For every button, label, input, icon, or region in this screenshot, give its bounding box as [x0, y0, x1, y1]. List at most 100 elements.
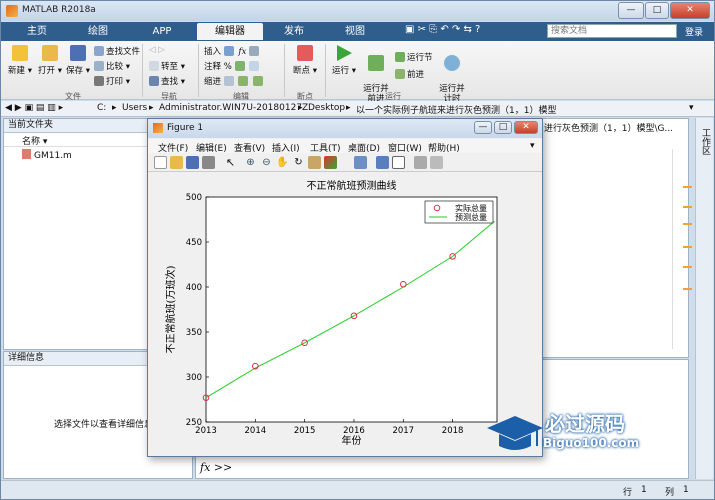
figure-maximize-button[interactable]: □: [494, 121, 512, 134]
print-button[interactable]: 打印 ▾: [94, 75, 130, 87]
menu-dock-icon[interactable]: ▾: [530, 141, 535, 151]
find-button[interactable]: 查找 ▾: [149, 75, 185, 87]
breakpoints-label: 断点: [293, 66, 311, 76]
breakpoints-button[interactable]: 断点 ▾: [291, 45, 319, 76]
zoom-out-icon[interactable]: ⊖: [260, 156, 273, 169]
find-files-button[interactable]: 查找文件: [94, 45, 140, 57]
breadcrumb-desktop[interactable]: Desktop: [308, 103, 345, 113]
legend-icon[interactable]: [392, 156, 405, 169]
print-label: 打印: [106, 77, 124, 87]
new-label: 新建: [8, 66, 26, 76]
new-button[interactable]: 新建 ▾: [7, 45, 33, 76]
x-tick-label: 2015: [294, 426, 316, 436]
advance-button[interactable]: 前进: [395, 68, 424, 80]
hide-plot-tools-icon[interactable]: [414, 156, 427, 169]
navigate-back-forward[interactable]: ◁ ▷: [149, 45, 165, 55]
workspace-strip[interactable]: 工作区: [695, 118, 713, 479]
indent-button[interactable]: 缩进: [204, 75, 265, 87]
chart-svg: 不正常航班预测曲线 年份 不正常航班(万班次) 2013 2014 2015 2016…: [164, 179, 498, 447]
figure-title-bar: Figure 1 — □ ✕: [148, 119, 542, 138]
breadcrumb-folder[interactable]: 以一个实际例子航班来进行灰色预测（1，1）模型: [356, 103, 556, 116]
close-button[interactable]: ✕: [670, 2, 710, 19]
tab-plots[interactable]: 绘图: [67, 23, 129, 40]
breadcrumb-drive[interactable]: C:: [97, 103, 106, 113]
data-cursor-icon[interactable]: [308, 156, 321, 169]
breadcrumb-separator: ▸: [112, 103, 117, 113]
breadcrumb-separator: ▸: [149, 103, 154, 113]
save-icon: [70, 45, 86, 61]
back-forward-icons[interactable]: ◀ ▶ ▣ ▤ ▥ ▸: [5, 103, 63, 113]
print-figure-icon[interactable]: [202, 156, 215, 169]
rotate-icon[interactable]: ↻: [292, 156, 305, 169]
file-item[interactable]: GM11.m: [22, 149, 72, 161]
menu-desktop[interactable]: 桌面(D): [348, 141, 380, 154]
compare-button[interactable]: 比较 ▾: [94, 60, 130, 72]
ribbon-separator: [142, 44, 143, 97]
file-name: GM11.m: [34, 151, 72, 161]
fx-icon[interactable]: fx: [238, 47, 246, 57]
tab-apps[interactable]: APP: [131, 23, 193, 40]
y-tick-label: 500: [186, 193, 202, 203]
ribbon-separator: [325, 44, 326, 97]
colorbar-icon[interactable]: [376, 156, 389, 169]
tab-editor[interactable]: 编辑器: [197, 23, 263, 40]
y-tick-label: 350: [186, 328, 202, 338]
goto-icon: [149, 61, 159, 71]
print-icon: [94, 76, 104, 86]
run-section-button[interactable]: 运行节: [395, 51, 433, 63]
menu-edit[interactable]: 编辑(E): [196, 141, 227, 154]
login-link[interactable]: 登录: [685, 25, 703, 38]
comment-button[interactable]: 注释 %: [204, 60, 261, 72]
m-file-icon: [22, 149, 31, 159]
tab-publish[interactable]: 发布: [265, 23, 323, 40]
compare-icon: [94, 61, 104, 71]
comment-label: 注释: [204, 62, 222, 72]
menu-insert[interactable]: 插入(I): [272, 141, 300, 154]
breadcrumb-users[interactable]: Users: [122, 103, 147, 113]
brush-icon[interactable]: [324, 156, 337, 169]
y-tick-label: 300: [186, 373, 202, 383]
menu-window[interactable]: 窗口(W): [388, 141, 422, 154]
new-figure-icon[interactable]: [154, 156, 167, 169]
row-label: 行: [623, 488, 633, 498]
save-figure-icon[interactable]: [186, 156, 199, 169]
command-prompt[interactable]: fx >>: [200, 461, 232, 474]
menu-file[interactable]: 文件(F): [158, 141, 188, 154]
show-plot-tools-icon[interactable]: [430, 156, 443, 169]
folder-icon: [42, 45, 58, 61]
figure-minimize-button[interactable]: —: [474, 121, 492, 134]
search-input[interactable]: 搜索文档: [547, 24, 677, 38]
pointer-icon[interactable]: ↖: [224, 156, 237, 169]
uncomment-icon: [249, 61, 260, 71]
run-button[interactable]: 运行 ▾: [331, 45, 357, 76]
tab-home[interactable]: 主页: [9, 23, 65, 40]
save-label: 保存: [66, 66, 84, 76]
insert-button[interactable]: 插入 fx: [204, 45, 261, 57]
watermark: 必过源码 Biguo100.com: [485, 406, 665, 461]
link-plot-icon[interactable]: [354, 156, 367, 169]
breadcrumb-user[interactable]: Administrator.WIN7U-20180127Z: [159, 103, 308, 113]
pan-icon[interactable]: ✋: [276, 156, 289, 169]
open-label: 打开: [38, 66, 56, 76]
tab-view[interactable]: 视图: [325, 23, 385, 40]
open-button[interactable]: 打开 ▾: [37, 45, 63, 76]
chart-legend: 实际总量 预测总量: [424, 200, 494, 224]
goto-button[interactable]: 转至 ▾: [149, 60, 185, 72]
legend-label-actual: 实际总量: [455, 203, 487, 213]
run-and-time-button[interactable]: 运行并 计时: [437, 45, 467, 104]
figure-close-button[interactable]: ✕: [514, 121, 538, 134]
workspace-label[interactable]: 工作区: [699, 128, 712, 155]
address-dropdown-icon[interactable]: ▾: [689, 103, 694, 113]
editor-tab[interactable]: 进行灰色预测（1，1）模型\G...: [544, 121, 673, 134]
save-button[interactable]: 保存 ▾: [65, 45, 91, 76]
maximize-button[interactable]: □: [645, 2, 669, 19]
menu-view[interactable]: 查看(V): [234, 141, 265, 154]
quick-access-icons[interactable]: ▣ ✂ ⎘ ↶ ↷ ⇆ ?: [405, 24, 480, 35]
zoom-in-icon[interactable]: ⊕: [244, 156, 257, 169]
col-value: 1: [683, 485, 689, 495]
minimize-button[interactable]: —: [618, 2, 644, 19]
menu-help[interactable]: 帮助(H): [428, 141, 460, 154]
menu-tools[interactable]: 工具(T): [310, 141, 341, 154]
legend-label-forecast: 预测总量: [455, 212, 487, 222]
open-file-icon[interactable]: [170, 156, 183, 169]
